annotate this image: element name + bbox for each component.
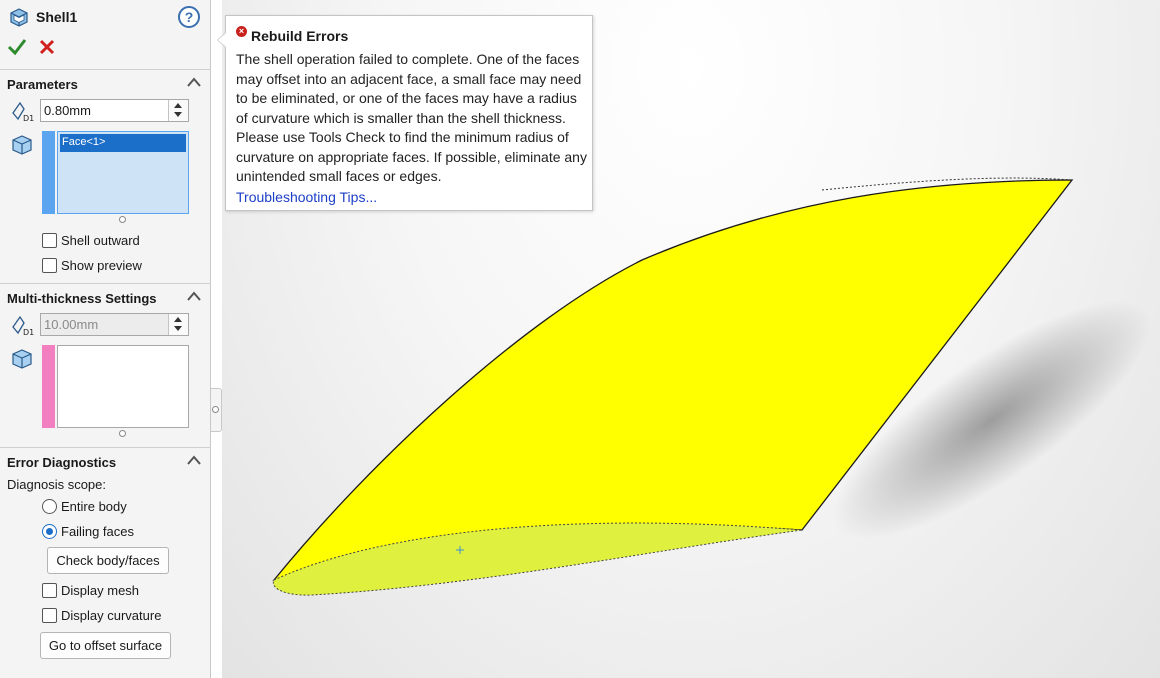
multi-faces-listbox[interactable] (57, 345, 189, 428)
ok-check-icon[interactable] (6, 36, 28, 58)
thickness-value[interactable]: 0.80mm (44, 103, 91, 118)
multi-thickness-value[interactable]: 10.00mm (44, 317, 98, 332)
tooltip-title: Rebuild Errors (251, 28, 349, 44)
chevron-up-icon[interactable] (186, 76, 202, 88)
faces-to-remove-icon (12, 135, 32, 155)
resize-handle[interactable] (119, 430, 126, 437)
error-diagnostics-label: Error Diagnostics (7, 455, 117, 470)
multi-thickness-stepper[interactable]: 10.00mm (40, 313, 189, 336)
multi-thickness-spin-arrows[interactable] (168, 314, 188, 335)
panel-titlebar: Shell1 ? (0, 0, 211, 34)
selection-color-strip (42, 131, 55, 214)
troubleshooting-tips-link[interactable]: Troubleshooting Tips... (236, 189, 377, 206)
multi-selection-color-strip (42, 345, 55, 428)
thickness-icon: D1 (12, 315, 34, 337)
cancel-close-icon[interactable] (36, 36, 58, 58)
panel-collapse-handle[interactable] (211, 388, 222, 432)
svg-text:D1: D1 (23, 114, 34, 123)
failing-faces-label: Failing faces (61, 524, 134, 539)
thickness-icon: D1 (12, 101, 34, 123)
shell-feature-icon (10, 8, 28, 27)
feature-title: Shell1 (36, 9, 78, 25)
multi-thickness-label: Multi-thickness Settings (7, 291, 157, 306)
multi-thickness-section-header[interactable]: Multi-thickness Settings (0, 283, 211, 309)
thickness-spin-arrows[interactable] (168, 100, 188, 121)
shell-outward-checkbox[interactable]: Shell outward (42, 233, 140, 248)
error-icon: × (236, 26, 247, 37)
faces-listbox[interactable]: Face<1> (57, 131, 189, 214)
diagnosis-scope-label: Diagnosis scope: (7, 477, 106, 492)
multi-faces-icon (12, 349, 32, 369)
help-icon[interactable]: ? (178, 6, 200, 28)
entire-body-label: Entire body (61, 499, 127, 514)
display-curvature-checkbox[interactable]: Display curvature (42, 608, 161, 623)
show-preview-checkbox[interactable]: Show preview (42, 258, 142, 273)
property-manager: Shell1 ? Parameters D1 0.80mm Face<1> Sh… (0, 0, 211, 678)
list-item[interactable]: Face<1> (60, 134, 186, 152)
svg-text:D1: D1 (23, 328, 34, 337)
display-mesh-checkbox[interactable]: Display mesh (42, 583, 139, 598)
entire-body-radio[interactable]: Entire body (42, 499, 127, 514)
chevron-up-icon[interactable] (186, 454, 202, 466)
parameters-label: Parameters (7, 77, 78, 92)
tooltip-message: The shell operation failed to complete. … (236, 51, 587, 184)
failing-faces-radio[interactable]: Failing faces (42, 524, 134, 539)
display-mesh-label: Display mesh (61, 583, 140, 598)
go-to-offset-surface-button[interactable]: Go to offset surface (40, 632, 171, 659)
parameters-section-header[interactable]: Parameters (0, 69, 211, 95)
check-body-faces-button[interactable]: Check body/faces (47, 547, 169, 574)
chevron-up-icon[interactable] (186, 290, 202, 302)
shell-outward-label: Shell outward (61, 233, 140, 248)
resize-handle[interactable] (119, 216, 126, 223)
show-preview-label: Show preview (61, 258, 142, 273)
error-diagnostics-section-header[interactable]: Error Diagnostics (0, 447, 211, 473)
thickness-stepper[interactable]: 0.80mm (40, 99, 189, 122)
display-curvature-label: Display curvature (61, 608, 162, 623)
rebuild-errors-tooltip: × Rebuild Errors The shell operation fai… (217, 15, 593, 211)
